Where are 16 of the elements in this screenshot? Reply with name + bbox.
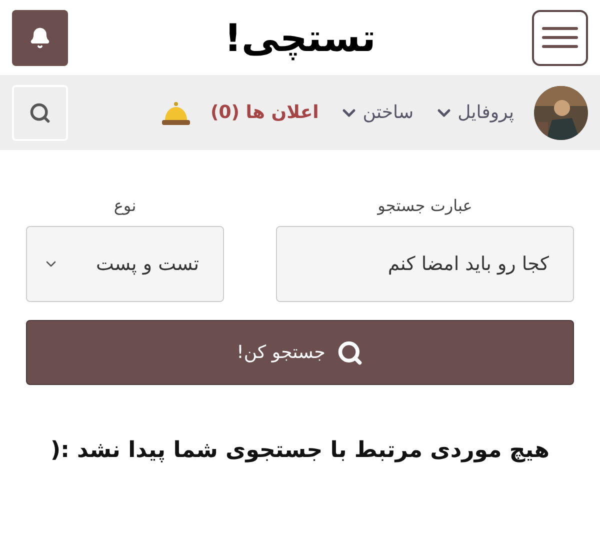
nav-dropdown[interactable]: ساختن <box>338 99 414 126</box>
field-label: عبارت جستجو <box>378 195 472 217</box>
service-bell-icon <box>160 100 191 126</box>
type-select[interactable]: تست و پست <box>26 226 224 302</box>
field-label: نوع <box>114 195 136 217</box>
menu-button[interactable] <box>532 10 588 66</box>
empty-result-message: هیچ موردی مرتبط با جستجوی شما پیدا نشد :( <box>50 437 550 465</box>
notifications-link[interactable]: اعلان ها (0) <box>210 99 319 126</box>
search-icon <box>29 102 51 124</box>
search-button[interactable] <box>12 84 68 140</box>
search-icon <box>337 340 364 366</box>
bell-icon <box>29 26 51 48</box>
submit-button[interactable]: جستجو کن! <box>26 320 574 385</box>
notification-button[interactable] <box>12 10 68 66</box>
search-field[interactable]: کجا رو باید امضا کنم <box>276 226 574 302</box>
nav-dropdown[interactable]: پروفایل <box>434 99 514 126</box>
